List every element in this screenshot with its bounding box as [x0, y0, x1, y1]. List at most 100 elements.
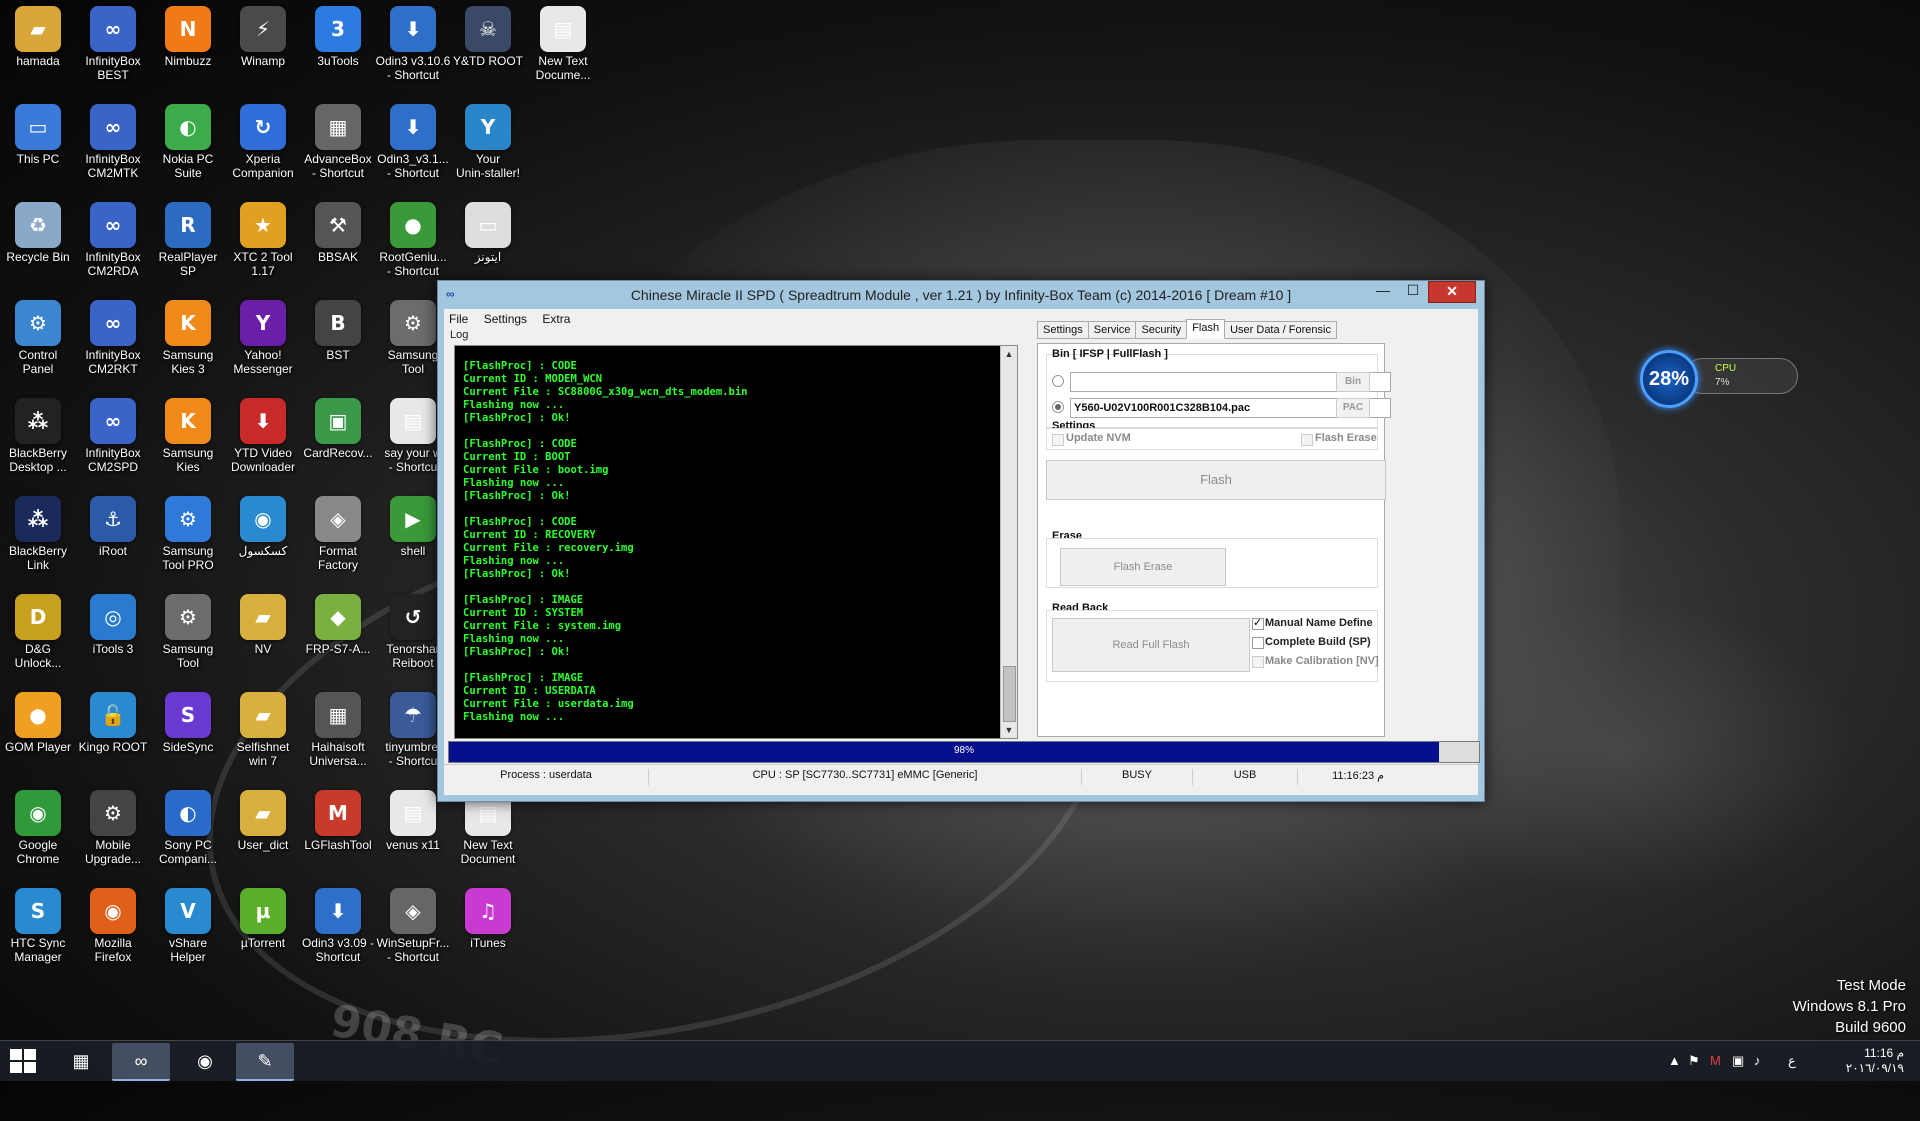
tab-security[interactable]: Security: [1135, 321, 1188, 339]
desktop-icon[interactable]: ◉ Mozilla Firefox: [75, 882, 151, 980]
desktop-icon[interactable]: ◆ FRP-S7-A...: [300, 588, 376, 686]
tray-language[interactable]: ع: [1788, 1053, 1796, 1069]
desktop-icon[interactable]: ⚒ BBSAK: [300, 196, 376, 294]
desktop-icon[interactable]: VvShare Helper: [150, 882, 226, 980]
desktop-icon[interactable]: ⬇ YTD Video Downloader: [225, 392, 301, 490]
tray-clock[interactable]: 11:16 م ٢٠١٦/٠٩/١٩: [1846, 1046, 1904, 1076]
desktop-icon[interactable]: ▰ NV: [225, 588, 301, 686]
desktop-icon[interactable]: ◈ Format Factory: [300, 490, 376, 588]
title-bar[interactable]: ∞ Chinese Miracle II SPD ( Spreadtrum Mo…: [438, 281, 1484, 309]
tray-expand-icon[interactable]: ▲: [1668, 1053, 1681, 1068]
desktop-icon[interactable]: ◐ Sony PC Compani...: [150, 784, 226, 882]
menu-settings[interactable]: Settings: [479, 309, 534, 326]
tray-volume-icon[interactable]: ♪: [1754, 1053, 1761, 1068]
desktop-icon[interactable]: 3 3uTools: [300, 0, 376, 98]
tray-network-icon[interactable]: ▣: [1732, 1053, 1744, 1069]
flash-erase-checkbox[interactable]: [1301, 434, 1313, 446]
desktop-icon[interactable]: ▦ AdvanceBox - Shortcut: [300, 98, 376, 196]
tab-flash[interactable]: Flash: [1186, 319, 1226, 339]
desktop-icon[interactable]: ∞ InfinityBox CM2MTK: [75, 98, 151, 196]
desktop-icon[interactable]: ♻ Recycle Bin: [0, 196, 76, 294]
windows-logo-icon-part: [24, 1049, 36, 1060]
desktop-icon[interactable]: ⚙ Samsung Tool PRO: [150, 490, 226, 588]
flash-erase-button[interactable]: Flash Erase: [1060, 548, 1226, 586]
desktop-icon[interactable]: ∞ InfinityBox CM2RDA: [75, 196, 151, 294]
desktop-icon[interactable]: D D&G Unlock...: [0, 588, 76, 686]
log-scrollbar[interactable]: ▲ ▼: [1000, 346, 1017, 738]
log-console[interactable]: [FlashProc] : CODE Current ID : MODEM_WCN…: [454, 345, 1018, 739]
maximize-button[interactable]: ☐: [1398, 281, 1428, 301]
update-nvm-checkbox[interactable]: [1052, 434, 1064, 446]
desktop-icon[interactable]: ● GOM Player: [0, 686, 76, 784]
desktop-icon[interactable]: ↻ Xperia Companion: [225, 98, 301, 196]
taskbar-app-chrome-icon[interactable]: ◉: [176, 1043, 234, 1079]
pac-radio[interactable]: [1052, 401, 1064, 413]
desktop-icon[interactable]: ⁂ BlackBerry Desktop ...: [0, 392, 76, 490]
desktop-icon[interactable]: ☠ Y&TD ROOT: [450, 0, 526, 98]
desktop-icon[interactable]: ◈ WinSetupFr... - Shortcut: [375, 882, 451, 980]
scroll-up-icon[interactable]: ▲: [1001, 346, 1017, 362]
desktop-icon[interactable]: ▤ New Text Docume...: [525, 0, 601, 98]
desktop-icon[interactable]: R RealPlayer SP: [150, 196, 226, 294]
start-button[interactable]: [10, 1049, 36, 1073]
desktop-icon[interactable]: Y Yahoo! Messenger: [225, 294, 301, 392]
taskbar-app-paint-icon[interactable]: ✎: [236, 1043, 294, 1081]
desktop-icon[interactable]: M LGFlashTool: [300, 784, 376, 882]
desktop-icon[interactable]: ∞ InfinityBox BEST: [75, 0, 151, 98]
desktop-icon[interactable]: ★ XTC 2 Tool 1.17: [225, 196, 301, 294]
tray-flag-icon[interactable]: ⚑: [1688, 1053, 1700, 1069]
complete-build-checkbox[interactable]: [1252, 637, 1264, 649]
desktop-icon[interactable]: S HTC Sync Manager: [0, 882, 76, 980]
desktop-icon[interactable]: ◉ كسكسول: [225, 490, 301, 588]
menu-file[interactable]: File: [444, 309, 475, 326]
bin-radio[interactable]: [1052, 375, 1064, 387]
pac-browse-button[interactable]: PAC: [1336, 398, 1370, 418]
flash-button[interactable]: Flash: [1046, 460, 1386, 500]
read-full-flash-button[interactable]: Read Full Flash: [1052, 618, 1250, 672]
desktop-icon[interactable]: ⚙ Control Panel: [0, 294, 76, 392]
desktop-icon[interactable]: ▰ User_dict: [225, 784, 301, 882]
desktop-icon[interactable]: ∞ InfinityBox CM2SPD: [75, 392, 151, 490]
tab-user-data-forensic[interactable]: User Data / Forensic: [1224, 321, 1337, 339]
menu-extra[interactable]: Extra: [537, 309, 577, 326]
desktop-icon[interactable]: µ µTorrent: [225, 882, 301, 980]
cpu-gadget[interactable]: CPU 7% 28%: [1640, 350, 1798, 408]
desktop-icon[interactable]: ⁂ BlackBerry Link: [0, 490, 76, 588]
scroll-thumb[interactable]: [1003, 666, 1016, 722]
desktop-icon[interactable]: S SideSync: [150, 686, 226, 784]
desktop-icon[interactable]: ▣ CardRecov...: [300, 392, 376, 490]
close-button[interactable]: ✕: [1428, 281, 1476, 303]
desktop-icon[interactable]: B BST: [300, 294, 376, 392]
tab-service[interactable]: Service: [1087, 321, 1137, 339]
tray-gmail-icon[interactable]: M: [1710, 1053, 1721, 1068]
bin-browse-button[interactable]: Bin: [1336, 372, 1370, 392]
desktop-icon[interactable]: ▰ Selfishnet win 7: [225, 686, 301, 784]
desktop-icon[interactable]: ⚙ Mobile Upgrade...: [75, 784, 151, 882]
desktop-icon[interactable]: ▭ This PC: [0, 98, 76, 196]
desktop-icon[interactable]: ⚓ iRoot: [75, 490, 151, 588]
manual-name-define-checkbox[interactable]: [1252, 616, 1264, 630]
desktop-icon[interactable]: K Samsung Kies 3: [150, 294, 226, 392]
taskbar-app-infinity-icon[interactable]: ∞: [112, 1043, 170, 1081]
desktop-icon[interactable]: ◉ Google Chrome: [0, 784, 76, 882]
desktop-icon[interactable]: ⚙ Samsung Tool: [150, 588, 226, 686]
tab-settings[interactable]: Settings: [1037, 321, 1089, 339]
desktop-icon[interactable]: ⬇ Odin3 v3.09 - Shortcut: [300, 882, 376, 980]
desktop-icon[interactable]: ⬇ Odin3 v3.10.6 - Shortcut: [375, 0, 451, 98]
desktop-icon[interactable]: 🔓 Kingo ROOT: [75, 686, 151, 784]
scroll-down-icon[interactable]: ▼: [1001, 722, 1017, 738]
desktop-icon[interactable]: ▰ hamada: [0, 0, 76, 98]
desktop-icon[interactable]: ⚡ Winamp: [225, 0, 301, 98]
desktop-icon[interactable]: ∞ InfinityBox CM2RKT: [75, 294, 151, 392]
minimize-button[interactable]: —: [1368, 281, 1398, 301]
taskbar-app-phone-tool-icon[interactable]: ▦: [52, 1043, 110, 1079]
desktop-icon[interactable]: K Samsung Kies: [150, 392, 226, 490]
desktop-icon[interactable]: ◎ iTools 3: [75, 588, 151, 686]
desktop-icon[interactable]: ◐ Nokia PC Suite: [150, 98, 226, 196]
desktop-icon[interactable]: ▦ Haihaisoft Universa...: [300, 686, 376, 784]
desktop-icon[interactable]: ♫ iTunes: [450, 882, 526, 980]
desktop-icon[interactable]: Y Your Unin-staller!: [450, 98, 526, 196]
desktop-icon[interactable]: ⬇ Odin3_v3.1... - Shortcut: [375, 98, 451, 196]
desktop-icon[interactable]: N Nimbuzz: [150, 0, 226, 98]
make-calibration-checkbox[interactable]: [1252, 656, 1264, 668]
